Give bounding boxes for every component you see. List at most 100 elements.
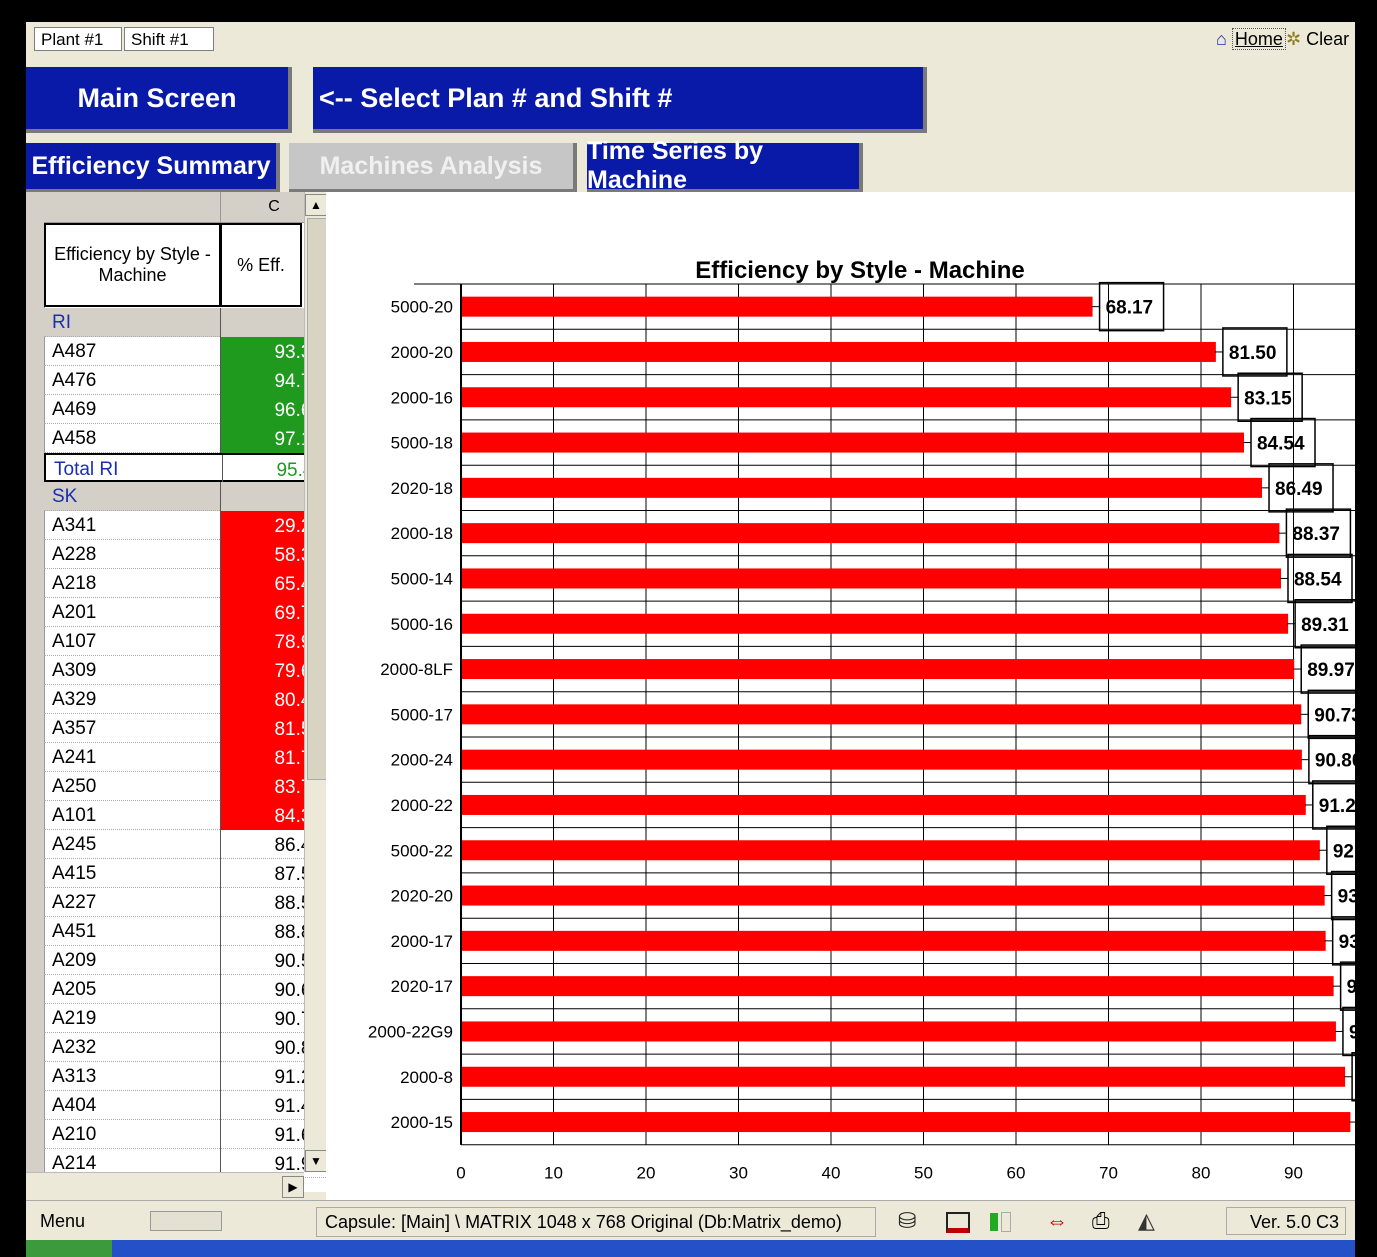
tab-time-series[interactable]: Time Series by Machine (587, 137, 863, 194)
bar (462, 432, 1244, 453)
bar (462, 296, 1093, 317)
data-label: 93.37 (1339, 932, 1355, 953)
table-row[interactable]: A469 96.63 (44, 395, 326, 424)
table-row[interactable]: A458 97.12 (44, 424, 326, 453)
chart-svg: Efficiency by Style - Machine 0 10 20 30 40 5… (368, 257, 1355, 1183)
taskbar (26, 1240, 1355, 1257)
row-header-column (26, 192, 45, 1192)
y-category-label: 2020-17 (391, 977, 453, 996)
header-style-machine: Efficiency by Style - Machine (44, 223, 221, 307)
select-plan-shift-button[interactable]: <-- Select Plan # and Shift # (313, 67, 927, 133)
y-category-label: 5000-14 (391, 569, 453, 588)
row-label: A404 (52, 1095, 97, 1116)
db-icon[interactable]: ⛁ (898, 1207, 916, 1235)
clear-link[interactable]: ✲ Clear (1286, 29, 1349, 50)
table-row[interactable]: A232 90.80 (44, 1033, 326, 1062)
home-icon: ⌂ (1216, 29, 1227, 49)
table-row[interactable]: A245 86.49 (44, 830, 326, 859)
table-row[interactable]: A329 80.42 (44, 685, 326, 714)
table-row[interactable]: A209 90.56 (44, 946, 326, 975)
vertical-scrollbar[interactable]: ▲ ▼ (304, 192, 327, 1172)
column-header: C (44, 192, 326, 223)
table-row[interactable]: A476 94.79 (44, 366, 326, 395)
table-row[interactable]: A205 90.63 (44, 975, 326, 1004)
table-row[interactable]: A228 58.36 (44, 540, 326, 569)
printer-icon[interactable]: ⎙ (1092, 1207, 1110, 1235)
table-row[interactable]: A101 84.31 (44, 801, 326, 830)
window-icon[interactable] (946, 1207, 970, 1235)
y-category-label: 2000-16 (391, 388, 453, 407)
table-row[interactable]: A487 93.33 (44, 337, 326, 366)
bar (462, 1021, 1336, 1042)
table-row[interactable]: A309 79.69 (44, 656, 326, 685)
row-label: A218 (52, 573, 97, 594)
data-label: 84.54 (1257, 434, 1305, 455)
version-label: Ver. 5.0 C3 (1226, 1207, 1346, 1235)
table-row[interactable]: A218 65.42 (44, 569, 326, 598)
table-row[interactable]: A313 91.22 (44, 1062, 326, 1091)
row-label: A241 (52, 747, 97, 768)
data-label: 92.74 (1333, 841, 1355, 862)
y-category-label: 2000-8LF (380, 660, 453, 679)
bar (462, 1112, 1351, 1133)
swap-icon[interactable]: ⇔ (1046, 1207, 1068, 1235)
group-row[interactable]: RI (44, 308, 326, 337)
table-row[interactable]: A404 91.46 (44, 1091, 326, 1120)
y-category-label: 2000-22G9 (368, 1022, 453, 1041)
table-row[interactable]: A241 81.77 (44, 743, 326, 772)
bar (462, 387, 1232, 408)
data-label: 93.26 (1338, 887, 1355, 908)
plant-field[interactable]: Plant #1 (34, 27, 122, 51)
bar (462, 659, 1295, 680)
total-row[interactable]: Total RI 95.47 (44, 453, 326, 484)
scroll-up-icon[interactable]: ▲ (305, 194, 327, 216)
table-row[interactable]: A107 78.97 (44, 627, 326, 656)
table-row[interactable]: A210 91.60 (44, 1120, 326, 1149)
y-category-label: 2000-8 (400, 1068, 453, 1087)
table-row[interactable]: A219 90.73 (44, 1004, 326, 1033)
y-category-label: 2000-17 (391, 932, 453, 951)
x-tick-label: 90 (1284, 1164, 1303, 1183)
capsule-info: Capsule: [Main] \ MATRIX 1048 x 768 Orig… (316, 1207, 876, 1237)
y-category-label: 2000-22 (391, 796, 453, 815)
home-link[interactable]: ⌂ Home (1216, 28, 1286, 50)
row-label: A357 (52, 718, 97, 739)
ruler-icon[interactable]: ◭ (1138, 1207, 1155, 1235)
scroll-right-icon[interactable]: ▶ (282, 1176, 304, 1198)
table-row[interactable]: A201 69.76 (44, 598, 326, 627)
table-row[interactable]: A227 88.54 (44, 888, 326, 917)
bar (462, 930, 1326, 951)
bar (462, 704, 1302, 725)
tab-machines-analysis[interactable]: Machines Analysis (289, 143, 577, 193)
scroll-down-icon[interactable]: ▼ (305, 1150, 327, 1172)
row-label: A107 (52, 631, 97, 652)
menu-slider[interactable] (150, 1211, 222, 1231)
indicator-icon[interactable] (990, 1207, 1011, 1235)
data-label: 94.23 (1347, 977, 1355, 998)
horizontal-scrollbar[interactable]: ▶ (26, 1172, 304, 1201)
x-tick-label: 80 (1192, 1164, 1211, 1183)
group-row[interactable]: SK (44, 482, 326, 511)
start-button[interactable] (26, 1240, 112, 1257)
table-row[interactable]: A250 83.78 (44, 772, 326, 801)
shift-field[interactable]: Shift #1 (124, 27, 214, 51)
tab-efficiency-summary[interactable]: Efficiency Summary (26, 143, 280, 193)
app-window: Plant #1 Shift #1 ⌂ Home ✲ Clear Main Sc… (26, 22, 1355, 1240)
menu-label[interactable]: Menu (40, 1207, 85, 1235)
chart-title: Efficiency by Style - Machine (695, 257, 1024, 284)
data-label: 88.54 (1294, 569, 1342, 590)
bar (462, 477, 1263, 498)
clear-icon: ✲ (1286, 29, 1302, 49)
scroll-thumb[interactable] (307, 218, 327, 780)
x-tick-label: 70 (1099, 1164, 1118, 1183)
row-label: A101 (52, 805, 97, 826)
table-row[interactable]: A357 81.53 (44, 714, 326, 743)
table-row[interactable]: A341 29.27 (44, 511, 326, 540)
y-category-label: 5000-17 (391, 705, 453, 724)
table-row[interactable]: A451 88.86 (44, 917, 326, 946)
y-category-label: 2000-15 (391, 1113, 453, 1132)
data-label: 68.17 (1106, 298, 1154, 319)
table-row[interactable]: A415 87.53 (44, 859, 326, 888)
y-category-label: 5000-18 (391, 434, 453, 453)
main-screen-button[interactable]: Main Screen (26, 67, 292, 133)
